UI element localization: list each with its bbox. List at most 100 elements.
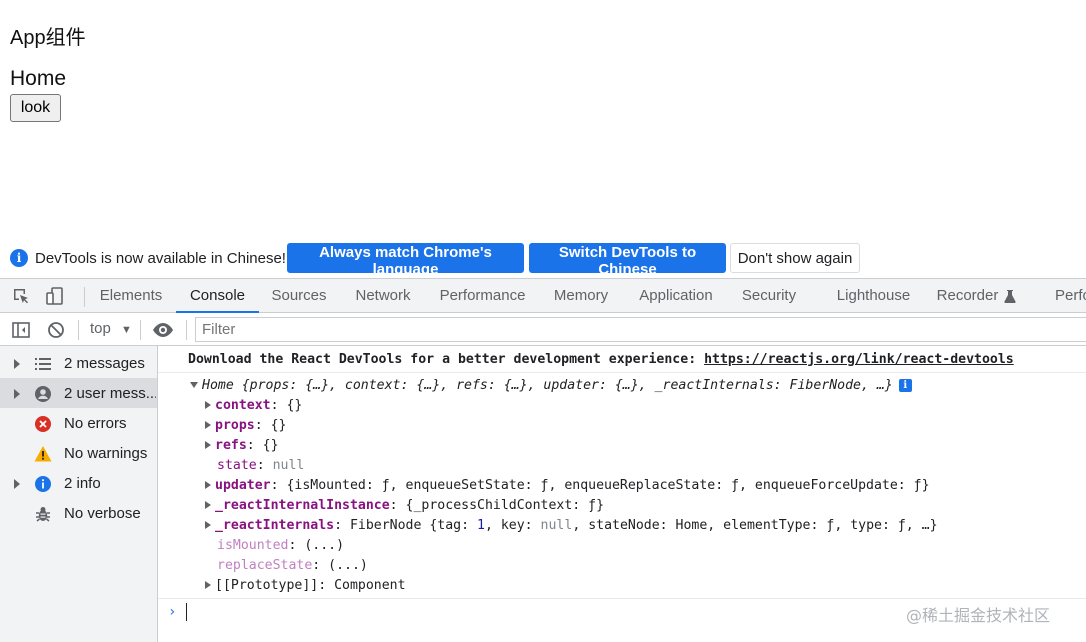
property-key: state	[217, 458, 257, 473]
tab-security[interactable]: Security	[733, 279, 805, 313]
property-key: refs	[215, 438, 247, 453]
expand-arrow-icon	[205, 401, 211, 409]
tab-performance[interactable]: Performance	[432, 279, 533, 313]
property-value: : {}	[270, 398, 303, 413]
property-prototype[interactable]: [[Prototype]]: Component	[205, 578, 406, 593]
look-button[interactable]: look	[10, 94, 61, 122]
property-refs[interactable]: refs: {}	[205, 438, 279, 453]
property-value: : Component	[318, 578, 406, 593]
dropdown-arrow-icon: ▼	[121, 324, 132, 336]
live-expression-eye-icon[interactable]	[152, 321, 174, 339]
sidebar-item-verbose[interactable]: No verbose	[0, 498, 157, 528]
switch-to-chinese-button[interactable]: Switch DevTools to Chinese	[529, 243, 726, 278]
property-key: isMounted	[217, 538, 289, 553]
console-input-caret[interactable]	[186, 603, 187, 621]
watermark: @稀土掘金技术社区	[906, 606, 1051, 625]
object-class-name: Home	[202, 378, 234, 393]
property-context[interactable]: context: {}	[205, 398, 302, 413]
property-state: state: null	[217, 458, 304, 473]
property-replace-state[interactable]: replaceState: (...)	[217, 558, 368, 573]
sidebar-item-warnings[interactable]: No warnings	[0, 438, 157, 468]
collapse-arrow-icon	[190, 382, 198, 388]
warning-icon	[34, 446, 52, 462]
expand-arrow-icon	[14, 359, 20, 369]
error-icon	[35, 416, 51, 432]
property-value: : {}	[246, 438, 279, 453]
object-home-summary[interactable]: Home {props: {…}, context: {…}, refs: {……	[190, 378, 912, 393]
console-sidebar: 2 messages 2 user mess... No errors No w…	[0, 346, 158, 642]
react-devtools-link[interactable]: https://reactjs.org/link/react-devtools	[704, 352, 1014, 367]
sidebar-toggle-icon[interactable]	[11, 320, 31, 340]
toolbar-divider	[186, 320, 187, 340]
property-react-internals[interactable]: _reactInternals: FiberNode {tag: 1, key:…	[205, 518, 938, 533]
sidebar-item-label: 2 info	[64, 475, 101, 492]
property-value-number: 1	[477, 518, 485, 533]
console-prompt-icon: ›	[168, 604, 177, 620]
property-value: : (...)	[312, 558, 368, 573]
expand-arrow-icon	[205, 521, 211, 529]
expand-arrow-icon	[14, 389, 20, 399]
context-selector[interactable]: top ▼	[90, 320, 132, 337]
home-title: Home	[10, 67, 67, 90]
property-value-null: null	[540, 518, 573, 533]
sidebar-item-label: No verbose	[64, 505, 141, 522]
property-key: _reactInternalInstance	[215, 498, 390, 513]
sidebar-item-label: 2 messages	[64, 355, 145, 372]
message-divider	[158, 598, 1086, 599]
toolbar-divider	[78, 320, 79, 340]
property-is-mounted[interactable]: isMounted: (...)	[217, 538, 344, 553]
toolbar-divider	[84, 287, 85, 307]
property-key: props	[215, 418, 255, 433]
property-value: : (...)	[288, 538, 345, 553]
filter-input[interactable]	[195, 317, 1086, 342]
property-react-internal-instance[interactable]: _reactInternalInstance: {_processChildCo…	[205, 498, 604, 513]
inspect-element-icon[interactable]	[11, 286, 31, 306]
tab-memory[interactable]: Memory	[544, 279, 618, 313]
tab-console[interactable]: Console	[176, 279, 259, 313]
clear-console-icon[interactable]	[46, 320, 66, 340]
property-value: : {}	[254, 418, 287, 433]
bug-icon	[36, 507, 50, 522]
property-key: context	[215, 398, 271, 413]
sidebar-item-messages[interactable]: 2 messages	[0, 348, 157, 378]
expand-arrow-icon	[205, 421, 211, 429]
tab-lighthouse[interactable]: Lighthouse	[827, 279, 920, 313]
always-match-language-button[interactable]: Always match Chrome's language	[287, 243, 524, 278]
property-value: , stateNode: Home, elementType: ƒ, type:…	[572, 518, 938, 533]
property-key: _reactInternals	[215, 518, 335, 533]
info-badge-icon[interactable]: i	[898, 379, 912, 392]
property-colon: :	[256, 458, 273, 473]
sidebar-item-label: 2 user mess...	[64, 385, 156, 402]
tab-network[interactable]: Network	[345, 279, 421, 313]
property-updater[interactable]: updater: {isMounted: ƒ, enqueueSetState:…	[205, 478, 930, 493]
console-toolbar: top ▼	[0, 313, 1086, 346]
sidebar-item-errors[interactable]: No errors	[0, 408, 157, 438]
expand-arrow-icon	[205, 481, 211, 489]
message-divider	[158, 372, 1086, 373]
tab-application[interactable]: Application	[629, 279, 723, 313]
property-value: : {_processChildContext: ƒ}	[389, 498, 605, 513]
app-title: App组件	[10, 27, 86, 49]
property-props[interactable]: props: {}	[205, 418, 286, 433]
tab-sources[interactable]: Sources	[263, 279, 335, 313]
sidebar-item-label: No errors	[64, 415, 127, 432]
toolbar-divider	[140, 320, 141, 340]
page: App组件 Home look i DevTools is now availa…	[0, 0, 1086, 642]
property-value: null	[272, 458, 305, 473]
sidebar-item-info[interactable]: 2 info	[0, 468, 157, 498]
infobar-message: DevTools is now available in Chinese!	[35, 250, 286, 267]
expand-arrow-icon	[205, 581, 211, 589]
dont-show-again-button[interactable]: Don't show again	[730, 243, 860, 273]
user-icon	[35, 386, 51, 402]
tab-performance-insights[interactable]: Perfo	[1055, 279, 1086, 313]
app-content: App组件 Home look	[0, 0, 1086, 240]
list-icon	[35, 358, 51, 370]
device-toolbar-icon[interactable]	[45, 286, 65, 306]
language-infobar: i DevTools is now available in Chinese! …	[0, 240, 1086, 278]
tab-elements[interactable]: Elements	[92, 279, 170, 313]
object-preview: {props: {…}, context: {…}, refs: {…}, up…	[233, 378, 893, 393]
expand-arrow-icon	[205, 501, 211, 509]
sidebar-item-user-messages[interactable]: 2 user mess...	[0, 378, 157, 408]
console-output: Download the React DevTools for a better…	[158, 346, 1086, 642]
tab-recorder[interactable]: Recorder	[936, 279, 999, 313]
